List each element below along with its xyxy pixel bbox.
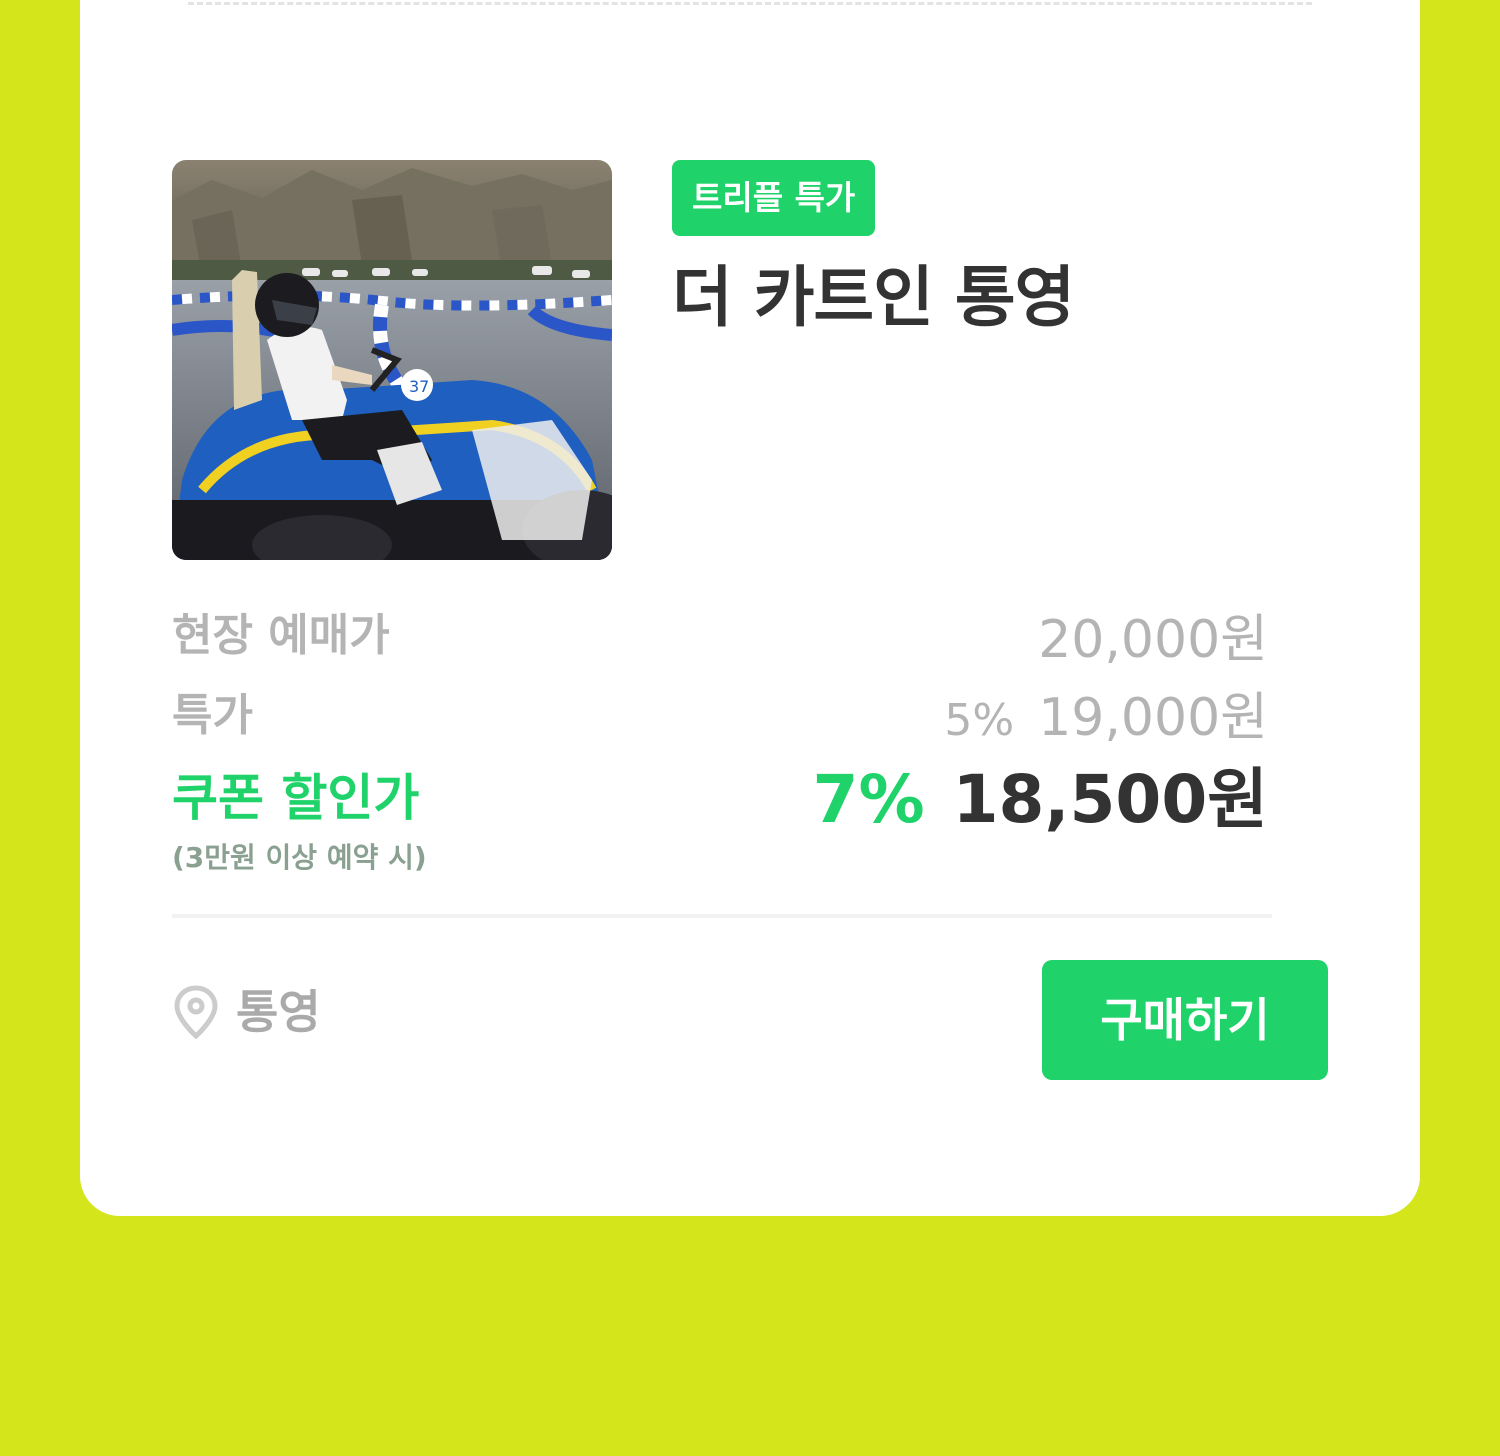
coupon-price-row: 7% 18,500원 <box>813 760 1268 840</box>
special-deal-badge: 트리플 특가 <box>672 160 876 236</box>
regular-price: 20,000원 <box>1038 610 1268 670</box>
buy-button[interactable]: 구매하기 <box>1042 960 1328 1080</box>
location-pin-icon <box>174 985 218 1040</box>
product-title[interactable]: 더 카트인 통영 <box>672 258 1075 338</box>
special-price: 19,000원 <box>1038 688 1268 748</box>
svg-text:37: 37 <box>409 377 429 396</box>
special-price-row: 5% 19,000원 <box>944 686 1268 753</box>
coupon-condition-note: (3만원 이상 예약 시) <box>172 841 427 874</box>
special-discount-rate: 5% <box>944 695 1015 746</box>
coupon-discount-rate: 7% <box>812 761 925 838</box>
regular-price-label: 현장 예매가 <box>172 610 390 661</box>
coupon-price-label: 쿠폰 할인가 <box>172 769 420 827</box>
ticket-dashed-divider <box>188 2 1312 5</box>
regular-price-row: 20,000원 <box>1038 608 1268 672</box>
special-price-label: 특가 <box>172 690 253 741</box>
product-image[interactable]: 37 <box>172 160 612 560</box>
section-divider <box>172 914 1272 918</box>
coupon-price: 18,500원 <box>952 761 1268 838</box>
location: 통영 <box>172 980 321 1044</box>
location-text: 통영 <box>236 985 321 1039</box>
